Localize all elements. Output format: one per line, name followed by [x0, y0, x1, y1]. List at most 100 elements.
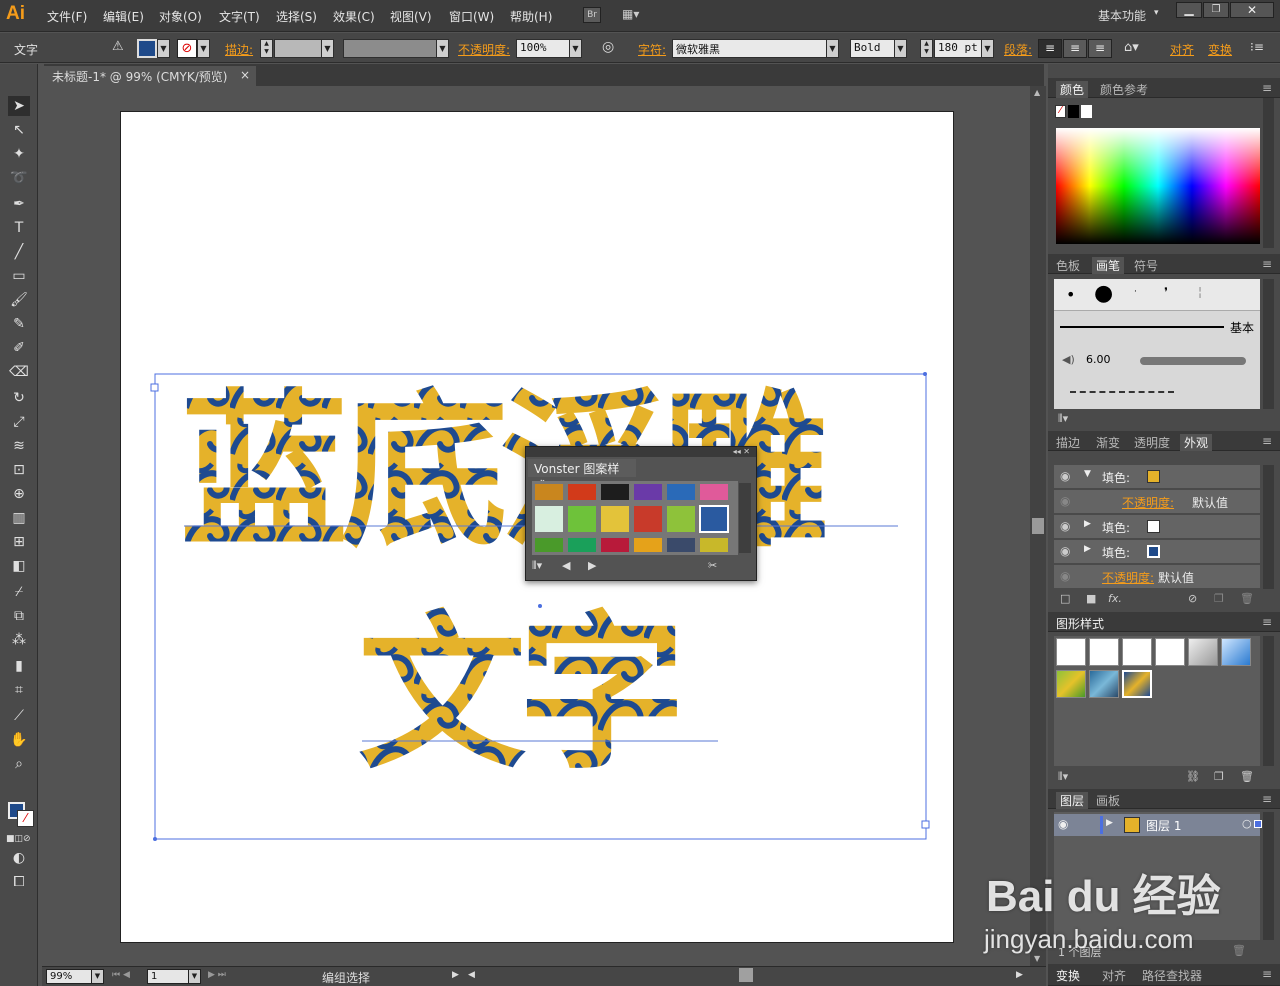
brushes-list[interactable]: • ● · ❜ ¦ 基本 ◀) 6.00 [1054, 279, 1260, 409]
visibility-eye-icon[interactable]: ◉ [1060, 469, 1070, 483]
artboard-dropdown[interactable]: ▼ [188, 969, 201, 984]
brush-stroke-preview[interactable] [1140, 357, 1246, 365]
white-fill-swatch[interactable] [1147, 520, 1160, 533]
layers-scrollbar[interactable] [1263, 812, 1274, 940]
visibility-eye-icon[interactable]: ◉ [1060, 569, 1070, 583]
last-artboard-icon[interactable]: ▶ ⏭ [208, 970, 226, 980]
appearance-label-2[interactable]: 不透明度: [1122, 494, 1174, 511]
layer-selection-indicator[interactable] [1254, 820, 1262, 828]
graphic-styles-scrollbar[interactable] [1263, 636, 1274, 766]
tab-color[interactable]: 颜色 [1056, 81, 1089, 98]
visibility-eye-icon[interactable]: ◉ [1060, 519, 1070, 533]
tab-gradient[interactable]: 渐变 [1096, 434, 1120, 451]
visibility-eye-icon[interactable]: ◉ [1060, 494, 1070, 508]
layer-visibility-eye-icon[interactable]: ◉ [1058, 817, 1068, 831]
brushes-panel-menu-icon[interactable]: ≡ [1262, 257, 1272, 271]
graphic-styles-menu-icon[interactable]: ≡ [1262, 615, 1272, 629]
style-white[interactable] [1122, 638, 1152, 666]
brush-dot-small-icon[interactable]: • [1066, 285, 1075, 304]
artboard-number-input[interactable]: 1 [147, 969, 189, 984]
tab-appearance[interactable]: 外观 [1180, 434, 1213, 451]
tab-graphic-styles[interactable]: 图形样式 [1056, 615, 1104, 632]
tab-align[interactable]: 对齐 [1102, 967, 1126, 984]
appearance-row-fill-1[interactable]: ◉ ▼ 填色: [1054, 465, 1260, 489]
scroll-down-icon[interactable]: ▼ [1034, 954, 1040, 963]
tab-pathfinder[interactable]: 路径查找器 [1142, 967, 1202, 984]
duplicate-item-icon[interactable]: ❐ [1214, 592, 1224, 605]
style-blue-gradient[interactable] [1221, 638, 1251, 666]
tab-stroke[interactable]: 描边 [1056, 434, 1080, 451]
style-blue-gold-pattern[interactable] [1122, 670, 1152, 698]
appearance-row-fill-3[interactable]: ◉ ▶ 填色: [1054, 540, 1260, 564]
layer-row[interactable]: ◉ ▶ 图层 1 ○ [1054, 814, 1262, 836]
vertical-scroll-thumb[interactable] [1032, 518, 1044, 534]
artwork-line-2[interactable]: 文字 [358, 596, 686, 792]
tab-swatches[interactable]: 色板 [1056, 257, 1080, 274]
brush-faint-icon[interactable]: ¦ [1198, 285, 1202, 299]
clear-appearance-icon[interactable]: ⊘ [1188, 592, 1197, 605]
scroll-right-icon[interactable]: ▶ [1016, 970, 1023, 980]
layer-target-icon[interactable]: ○ [1242, 817, 1252, 830]
visibility-eye-icon[interactable]: ◉ [1060, 544, 1070, 558]
pattern-swatch-grid[interactable] [532, 481, 738, 555]
horizontal-scroll-thumb[interactable] [739, 968, 753, 982]
style-gray-gradient[interactable] [1188, 638, 1218, 666]
style-outline[interactable] [1155, 638, 1185, 666]
brush-dot-tiny-icon[interactable]: · [1134, 287, 1137, 297]
layer-name[interactable]: 图层 1 [1146, 817, 1181, 834]
style-default[interactable] [1056, 638, 1086, 666]
tab-artboards[interactable]: 画板 [1096, 792, 1120, 809]
appearance-row-opacity-2[interactable]: ◉ 不透明度: 默认值 [1054, 565, 1260, 589]
appearance-scrollbar[interactable] [1263, 465, 1274, 589]
appearance-row-opacity-1[interactable]: ◉ 不透明度: 默认值 [1054, 490, 1260, 514]
tab-brushes[interactable]: 画笔 [1092, 257, 1125, 274]
style-teal-pattern[interactable] [1089, 670, 1119, 698]
tab-layers[interactable]: 图层 [1056, 792, 1089, 809]
brush-pattern-preview[interactable] [1070, 391, 1174, 393]
graphic-styles-grid[interactable] [1054, 636, 1260, 766]
delete-item-icon[interactable]: 🗑 [1240, 592, 1254, 605]
floating-panel-titlebar[interactable]: ◂◂ ✕ [526, 447, 756, 457]
none-color-icon[interactable]: ⁄ [1055, 105, 1066, 118]
color-panel-scrollbar[interactable] [1263, 98, 1274, 248]
brush-libraries-icon[interactable]: ⫴▾ [1058, 412, 1068, 426]
appearance-label-5[interactable]: 不透明度: [1102, 569, 1154, 586]
fx-icon[interactable]: fx. [1108, 592, 1122, 605]
collapse-triangle-icon[interactable]: ▶ [1084, 544, 1091, 554]
add-fill-icon[interactable]: ■ [1086, 592, 1096, 605]
style-green-pattern[interactable] [1056, 670, 1086, 698]
add-stroke-icon[interactable]: □ [1060, 592, 1070, 605]
style-libraries-icon[interactable]: ⫴▾ [1058, 770, 1068, 784]
zoom-dropdown[interactable]: ▼ [91, 969, 104, 984]
white-color-icon[interactable] [1081, 105, 1092, 118]
collapse-triangle-icon[interactable]: ▶ [1084, 519, 1091, 529]
scroll-left-icon[interactable]: ◀ [468, 970, 475, 980]
status-menu-icon[interactable]: ▶ [452, 970, 459, 980]
color-panel-menu-icon[interactable]: ≡ [1262, 81, 1272, 95]
basic-brush-stroke[interactable] [1060, 326, 1224, 328]
layers-panel-menu-icon[interactable]: ≡ [1262, 792, 1272, 806]
library-menu-icon[interactable]: ⫴▾ [532, 559, 542, 572]
style-none[interactable] [1089, 638, 1119, 666]
delete-style-icon[interactable]: 🗑 [1240, 770, 1254, 783]
appearance-panel-menu-icon[interactable]: ≡ [1262, 434, 1272, 448]
next-library-icon[interactable]: ▶ [588, 559, 596, 572]
new-style-icon[interactable]: ❐ [1214, 770, 1224, 783]
scroll-up-icon[interactable]: ▲ [1034, 88, 1040, 97]
brush-dot-large-icon[interactable]: ● [1094, 281, 1113, 306]
black-color-icon[interactable] [1068, 105, 1079, 118]
delete-layer-icon[interactable]: 🗑 [1232, 944, 1246, 957]
break-link-icon[interactable]: ✂ [708, 559, 717, 572]
floating-panel-scrollbar[interactable] [739, 483, 751, 553]
break-style-link-icon[interactable]: ⛓ [1186, 770, 1200, 783]
bottom-panel-menu-icon[interactable]: ≡ [1262, 967, 1272, 981]
layer-expand-icon[interactable]: ▶ [1106, 818, 1113, 828]
brush-calligraphic-icon[interactable]: ❜ [1164, 285, 1168, 299]
previous-library-icon[interactable]: ◀ [562, 559, 570, 572]
brushes-scrollbar[interactable] [1263, 279, 1274, 409]
tab-symbols[interactable]: 符号 [1134, 257, 1158, 274]
appearance-row-fill-2[interactable]: ◉ ▶ 填色: [1054, 515, 1260, 539]
zoom-input[interactable]: 99% [46, 969, 92, 984]
blue-fill-swatch[interactable] [1147, 545, 1160, 558]
tab-transparency[interactable]: 透明度 [1134, 434, 1170, 451]
